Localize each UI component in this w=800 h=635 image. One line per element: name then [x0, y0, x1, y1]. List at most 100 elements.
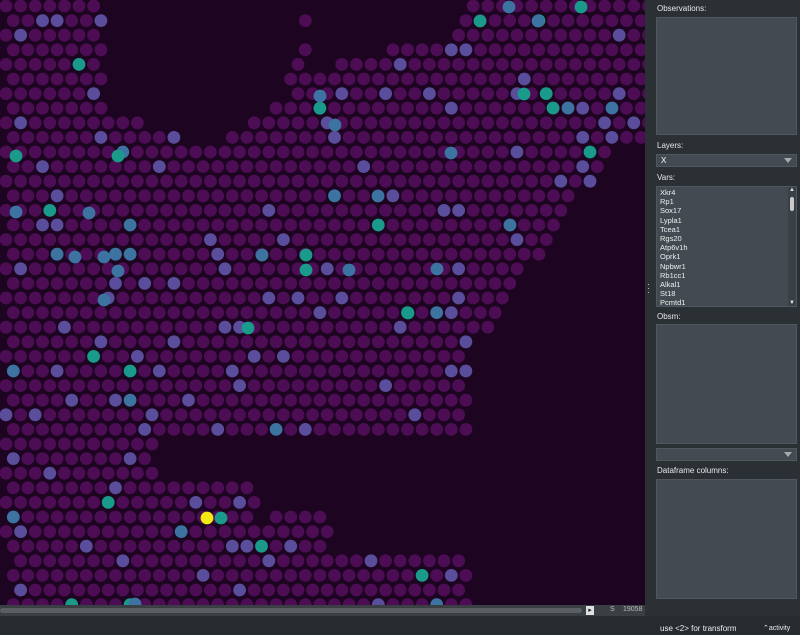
tissue-spot[interactable] — [452, 350, 465, 363]
tissue-spot[interactable] — [43, 408, 57, 422]
tissue-spot[interactable] — [225, 306, 239, 319]
tissue-spot[interactable] — [21, 14, 35, 27]
activity-toggle[interactable]: ⌃activity — [763, 624, 790, 632]
tissue-spot[interactable] — [109, 598, 122, 605]
tissue-spot[interactable] — [561, 131, 575, 144]
tissue-spot[interactable] — [28, 466, 42, 480]
tissue-spot[interactable] — [247, 496, 261, 509]
tissue-spot[interactable] — [50, 218, 64, 232]
tissue-spot[interactable] — [196, 218, 210, 232]
tissue-spot[interactable] — [627, 28, 641, 42]
tissue-spot[interactable] — [298, 393, 312, 407]
tissue-spot[interactable] — [269, 539, 283, 553]
tissue-spot[interactable] — [328, 218, 341, 232]
tissue-spot[interactable] — [481, 58, 495, 71]
tissue-spot[interactable] — [160, 204, 174, 217]
drag-handle-icon[interactable]: · · · — [647, 280, 650, 297]
tissue-spot[interactable] — [94, 218, 108, 232]
highlighted-spot[interactable] — [371, 189, 385, 203]
tissue-spot[interactable] — [152, 306, 166, 319]
tissue-spot[interactable] — [58, 466, 71, 480]
tissue-spot[interactable] — [240, 598, 254, 605]
tissue-spot[interactable] — [6, 510, 20, 524]
tissue-spot[interactable] — [284, 598, 298, 605]
tissue-spot[interactable] — [605, 131, 619, 144]
tissue-spot[interactable] — [65, 364, 79, 378]
tissue-spot[interactable] — [393, 262, 407, 276]
tissue-spot[interactable] — [503, 131, 517, 144]
tissue-spot[interactable] — [503, 43, 517, 57]
tissue-spot[interactable] — [14, 291, 27, 305]
tissue-spot[interactable] — [284, 510, 298, 524]
tissue-spot[interactable] — [627, 116, 641, 130]
tissue-spot[interactable] — [371, 247, 385, 261]
highlighted-spot[interactable] — [313, 89, 327, 103]
tissue-spot[interactable] — [58, 350, 71, 363]
tissue-spot[interactable] — [14, 350, 27, 363]
tissue-spot[interactable] — [335, 87, 349, 100]
tissue-spot[interactable] — [634, 101, 645, 115]
tissue-spot[interactable] — [109, 218, 122, 232]
tissue-spot[interactable] — [554, 87, 568, 100]
tissue-spot[interactable] — [590, 72, 604, 86]
tissue-spot[interactable] — [138, 364, 152, 378]
tissue-spot[interactable] — [277, 583, 290, 597]
tissue-spot[interactable] — [28, 583, 42, 597]
tissue-spot[interactable] — [342, 247, 356, 261]
tissue-spot[interactable] — [43, 87, 57, 100]
tissue-spot[interactable] — [569, 58, 582, 71]
tissue-spot[interactable] — [474, 306, 487, 319]
tissue-spot[interactable] — [72, 145, 86, 159]
tissue-spot[interactable] — [160, 145, 174, 159]
tissue-spot[interactable] — [79, 72, 93, 86]
tissue-spot[interactable] — [291, 233, 305, 247]
tissue-spot[interactable] — [50, 335, 64, 349]
tissue-spot[interactable] — [160, 262, 174, 276]
tissue-spot[interactable] — [6, 598, 20, 605]
tissue-spot[interactable] — [225, 423, 239, 436]
tissue-spot[interactable] — [87, 408, 100, 422]
tissue-spot[interactable] — [65, 189, 79, 203]
tissue-spot[interactable] — [328, 189, 341, 203]
tissue-spot[interactable] — [255, 539, 268, 553]
tissue-spot[interactable] — [116, 554, 130, 568]
tissue-spot[interactable] — [364, 116, 378, 130]
tissue-spot[interactable] — [0, 58, 13, 71]
tissue-spot[interactable] — [14, 525, 27, 538]
tissue-spot[interactable] — [459, 43, 473, 57]
tissue-spot[interactable] — [14, 320, 27, 334]
tissue-spot[interactable] — [393, 174, 407, 188]
tissue-spot[interactable] — [583, 174, 597, 188]
tissue-spot[interactable] — [58, 116, 71, 130]
tissue-spot[interactable] — [204, 583, 217, 597]
tissue-spot[interactable] — [306, 554, 319, 568]
tissue-spot[interactable] — [50, 160, 64, 174]
tissue-spot[interactable] — [50, 539, 64, 553]
highlighted-spot[interactable] — [241, 321, 255, 335]
tissue-spot[interactable] — [532, 101, 546, 115]
tissue-spot[interactable] — [517, 189, 531, 203]
tissue-spot[interactable] — [298, 364, 312, 378]
tissue-spot[interactable] — [240, 335, 254, 349]
tissue-spot[interactable] — [386, 335, 400, 349]
tissue-spot[interactable] — [488, 43, 502, 57]
tissue-spot[interactable] — [116, 174, 130, 188]
tissue-spot[interactable] — [350, 408, 363, 422]
tissue-spot[interactable] — [204, 320, 217, 334]
tissue-spot[interactable] — [225, 393, 239, 407]
tissue-spot[interactable] — [437, 320, 451, 334]
tissue-spot[interactable] — [379, 408, 392, 422]
tissue-spot[interactable] — [28, 262, 42, 276]
tissue-spot[interactable] — [481, 145, 495, 159]
tissue-spot[interactable] — [291, 174, 305, 188]
tissue-spot[interactable] — [371, 306, 385, 319]
tissue-spot[interactable] — [21, 160, 35, 174]
tissue-spot[interactable] — [233, 408, 247, 422]
vars-list-item[interactable]: Tcea1 — [657, 225, 796, 234]
tissue-spot[interactable] — [50, 364, 64, 378]
tissue-spot[interactable] — [408, 408, 422, 422]
tissue-spot[interactable] — [43, 116, 57, 130]
tissue-spot[interactable] — [116, 116, 130, 130]
tissue-spot[interactable] — [284, 101, 298, 115]
tissue-spot[interactable] — [277, 145, 290, 159]
